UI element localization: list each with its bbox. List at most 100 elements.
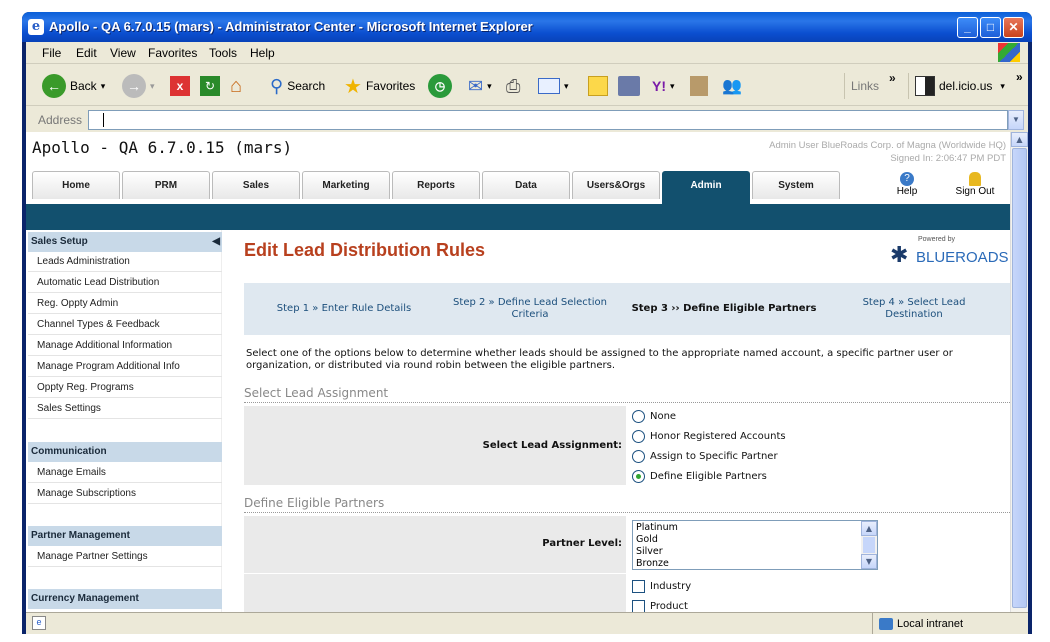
home-button[interactable]: ⌂ <box>230 73 242 99</box>
delicious-button[interactable]: del.icio.us ▾ <box>908 73 1005 99</box>
scroll-down-icon[interactable]: ▼ <box>861 554 877 569</box>
refresh-button[interactable]: ↻ <box>200 73 220 99</box>
links-label: Links <box>851 79 880 93</box>
sidebar-item-manage-emails[interactable]: Manage Emails <box>28 463 222 483</box>
sidebar-item-manage-subscriptions[interactable]: Manage Subscriptions <box>28 484 222 504</box>
radio-none[interactable]: None <box>632 410 676 423</box>
maximize-button[interactable]: □ <box>980 17 1001 38</box>
minimize-button[interactable]: _ <box>957 17 978 38</box>
step-2-link[interactable]: Step 2 » Define Lead Selection Criteria <box>440 283 620 335</box>
tab-users-orgs[interactable]: Users&Orgs <box>572 171 660 199</box>
tab-home[interactable]: Home <box>32 171 120 199</box>
menu-help[interactable]: Help <box>250 46 275 60</box>
step-4-link[interactable]: Step 4 » Select Lead Destination <box>844 283 984 335</box>
sidebar-header-label: Sales Setup <box>31 236 88 247</box>
partner-level-row: Partner Level: Platinum Gold Silver Bron… <box>244 516 1010 574</box>
radio-button[interactable] <box>632 450 645 463</box>
print-button[interactable]: ⎙ <box>506 73 520 99</box>
radio-define-eligible[interactable]: Define Eligible Partners <box>632 470 767 483</box>
lead-assignment-row: Select Lead Assignment: None Honor Regis… <box>244 406 1010 486</box>
radio-button[interactable] <box>632 430 645 443</box>
sidebar-header-currency-management[interactable]: Currency Management <box>28 589 222 609</box>
section-title-eligible-partners: Define Eligible Partners <box>244 496 1010 513</box>
scroll-up-icon[interactable]: ▲ <box>861 521 877 536</box>
menu-file[interactable]: File <box>42 46 61 60</box>
tab-admin[interactable]: Admin <box>662 171 750 204</box>
user-info: Admin User BlueRoads Corp. of Magna (Wor… <box>769 139 1006 165</box>
user-line: Admin User BlueRoads Corp. of Magna (Wor… <box>769 140 1006 151</box>
checkbox-industry[interactable]: Industry <box>632 580 691 593</box>
browser-window: e Apollo - QA 6.7.0.15 (mars) - Administ… <box>22 12 1032 634</box>
edit-button[interactable]: ▾ <box>538 73 569 99</box>
tab-system[interactable]: System <box>752 171 840 199</box>
checkbox[interactable] <box>632 600 645 612</box>
stop-button[interactable]: x <box>170 73 190 99</box>
radio-assign-specific[interactable]: Assign to Specific Partner <box>632 450 778 463</box>
sidebar-item-manage-additional-info[interactable]: Manage Additional Information <box>28 336 222 356</box>
collapse-arrow-icon[interactable]: ◀ <box>212 232 220 252</box>
history-icon: ◷ <box>428 74 452 98</box>
sidebar-header-partner-management[interactable]: Partner Management <box>28 526 222 546</box>
help-button[interactable]: ? Help <box>884 172 930 197</box>
list-option[interactable]: Silver <box>636 546 874 558</box>
favorites-button[interactable]: ★ Favorites <box>344 73 415 99</box>
sidebar-item-manage-partner-settings[interactable]: Manage Partner Settings <box>28 547 222 567</box>
search-button[interactable]: ⚲ Search <box>270 73 325 99</box>
tab-reports[interactable]: Reports <box>392 171 480 199</box>
lead-assignment-label: Select Lead Assignment: <box>482 440 622 451</box>
mail-button[interactable]: ✉ ▾ <box>468 73 492 99</box>
radio-button-selected[interactable] <box>632 470 645 483</box>
forward-button[interactable]: → ▾ <box>122 73 155 99</box>
notes-button[interactable] <box>588 73 608 99</box>
research-button[interactable] <box>690 73 708 99</box>
sidebar-item-sales-settings[interactable]: Sales Settings <box>28 399 222 419</box>
partner-level-listbox[interactable]: Platinum Gold Silver Bronze ▲ ▼ <box>632 520 878 570</box>
radio-honor-registered[interactable]: Honor Registered Accounts <box>632 430 786 443</box>
sidebar-item-leads-administration[interactable]: Leads Administration <box>28 252 222 272</box>
messenger-button[interactable] <box>618 73 640 99</box>
sidebar-header-sales-setup[interactable]: Sales Setup ◀ <box>28 232 222 252</box>
close-button[interactable]: ✕ <box>1003 17 1024 38</box>
list-option[interactable]: Platinum <box>636 522 874 534</box>
history-button[interactable]: ◷ <box>428 73 452 99</box>
wizard-steps: Step 1 » Enter Rule Details Step 2 » Def… <box>244 283 1010 335</box>
contacts-button[interactable]: 👥 <box>722 73 742 99</box>
title-bar[interactable]: e Apollo - QA 6.7.0.15 (mars) - Administ… <box>22 12 1032 42</box>
back-button[interactable]: ← Back ▾ <box>42 73 105 99</box>
sidebar-item-manage-program-info[interactable]: Manage Program Additional Info <box>28 357 222 377</box>
list-option[interactable]: Bronze <box>636 558 874 570</box>
links-button[interactable]: Links » <box>844 71 896 99</box>
tab-marketing[interactable]: Marketing <box>302 171 390 199</box>
favorites-label: Favorites <box>365 79 416 93</box>
sidebar-item-reg-oppty-admin[interactable]: Reg. Oppty Admin <box>28 294 222 314</box>
sidebar-item-oppty-reg-programs[interactable]: Oppty Reg. Programs <box>28 378 222 398</box>
scroll-up-icon[interactable]: ▲ <box>1011 132 1028 147</box>
checkbox-product[interactable]: Product <box>632 600 688 612</box>
partner-level-field: Platinum Gold Silver Bronze ▲ ▼ <box>626 516 1010 573</box>
menu-tools[interactable]: Tools <box>209 46 237 60</box>
menu-favorites[interactable]: Favorites <box>148 46 197 60</box>
list-option[interactable]: Gold <box>636 534 874 546</box>
yahoo-button[interactable]: Y! ▾ <box>652 73 675 99</box>
menu-edit[interactable]: Edit <box>76 46 97 60</box>
tab-sales[interactable]: Sales <box>212 171 300 199</box>
sidebar-item-channel-types[interactable]: Channel Types & Feedback <box>28 315 222 335</box>
checkbox[interactable] <box>632 580 645 593</box>
sticky-note-icon <box>588 76 608 96</box>
page-scrollbar[interactable]: ▲ <box>1010 132 1028 612</box>
menu-view[interactable]: View <box>110 46 136 60</box>
radio-button[interactable] <box>632 410 645 423</box>
step-3-current: Step 3 ›› Define Eligible Partners <box>631 303 817 314</box>
sidebar-header-communication[interactable]: Communication <box>28 442 222 462</box>
scroll-thumb[interactable] <box>863 537 875 553</box>
sign-out-button[interactable]: Sign Out <box>948 172 1002 197</box>
step-1-link[interactable]: Step 1 » Enter Rule Details <box>252 283 436 335</box>
sidebar-item-automatic-lead-distribution[interactable]: Automatic Lead Distribution <box>28 273 222 293</box>
listbox-scrollbar[interactable]: ▲ ▼ <box>861 521 877 569</box>
tab-data[interactable]: Data <box>482 171 570 199</box>
tab-prm[interactable]: PRM <box>122 171 210 199</box>
address-dropdown-button[interactable]: ▼ <box>1008 110 1024 130</box>
address-input[interactable] <box>88 110 1008 130</box>
windows-logo-icon <box>998 43 1020 62</box>
scroll-thumb[interactable] <box>1012 148 1027 608</box>
